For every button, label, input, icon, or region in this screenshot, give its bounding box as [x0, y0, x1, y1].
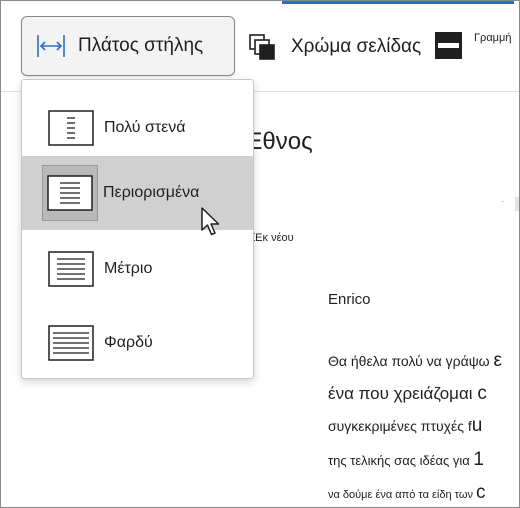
- page-color-icon: [249, 34, 275, 60]
- menu-item-medium[interactable]: Μέτριο: [22, 232, 253, 306]
- mouse-cursor-icon: [201, 207, 220, 236]
- menu-item-label: Μέτριο: [104, 260, 153, 277]
- menu-item-label: Περιορισμένα: [103, 184, 200, 201]
- menu-item-wide[interactable]: Φαρδύ: [22, 306, 253, 380]
- menu-item-very-narrow[interactable]: Πολύ στενά: [22, 91, 253, 165]
- column-width-icon: [37, 35, 65, 57]
- app-window: Πλάτος στήλης Χρώμα σελίδας Γραμμή 'Έθνο…: [0, 0, 520, 508]
- paragraph-line: ένα που χρειάζομαι c: [328, 383, 487, 404]
- meta-text: Εκ νέου: [255, 232, 294, 244]
- line-focus-label: Γραμμή: [474, 31, 512, 44]
- page-color-button[interactable]: Χρώμα σελίδας: [247, 27, 421, 67]
- column-width-label: Πλάτος στήλης: [78, 35, 204, 56]
- paragraph-line: συγκεκριμένες πτυχές fu: [328, 415, 483, 436]
- margin-mark: ·: [501, 196, 505, 207]
- paragraph-line: της τελικής σας ιδέας για 1: [328, 449, 484, 470]
- page-color-label: Χρώμα σελίδας: [291, 36, 422, 57]
- menu-item-label: Πολύ στενά: [104, 119, 186, 136]
- column-width-button[interactable]: Πλάτος στήλης: [21, 16, 235, 76]
- paragraph-line: να δούμε ένα από τα είδη των c: [328, 482, 486, 503]
- ribbon-accent-bar: [282, 1, 514, 4]
- medium-width-icon: [48, 251, 94, 287]
- menu-item-label: Φαρδύ: [104, 334, 153, 351]
- line-focus-button[interactable]: Γραμμή: [435, 32, 511, 59]
- wide-width-icon: [48, 325, 94, 361]
- document-meta: tΕκ νέου: [251, 228, 294, 245]
- paragraph-line: Θα ήθελα πολύ να γράψω ε: [328, 350, 502, 371]
- restricted-width-icon: [42, 165, 98, 221]
- line-focus-icon: [435, 32, 462, 59]
- document-author: Enrico: [328, 291, 371, 308]
- very-narrow-width-icon: [48, 110, 94, 146]
- scrollbar-fragment[interactable]: [515, 197, 519, 211]
